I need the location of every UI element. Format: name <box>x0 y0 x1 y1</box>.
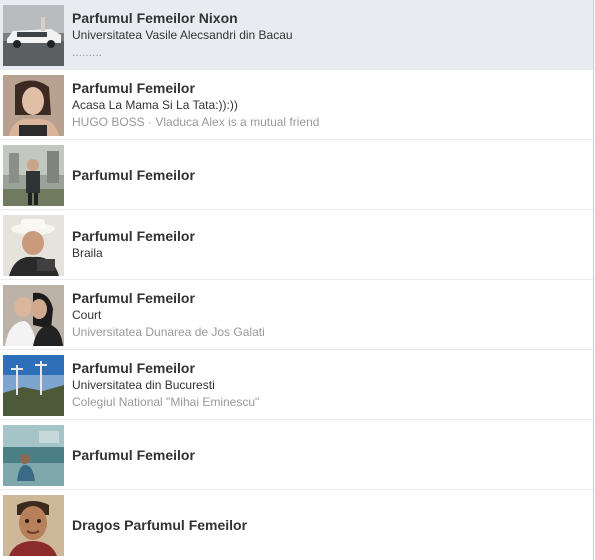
result-row[interactable]: Parfumul Femeilor Court Universitatea Du… <box>0 280 593 350</box>
result-name[interactable]: Parfumul Femeilor <box>72 227 585 245</box>
profile-photo-water-icon[interactable] <box>3 425 64 486</box>
result-row[interactable]: Parfumul Femeilor Universitatea din Bucu… <box>0 350 593 420</box>
profile-photo-car-icon[interactable] <box>3 5 64 66</box>
result-row[interactable]: Parfumul Femeilor Braila <box>0 210 593 280</box>
result-subtitle: Universitatea din Bucuresti <box>72 377 215 392</box>
profile-photo-couple-icon[interactable] <box>3 285 64 346</box>
result-name[interactable]: Dragos Parfumul Femeilor <box>72 516 585 534</box>
result-context: ......... <box>72 44 103 59</box>
profile-photo-hat-icon[interactable] <box>3 215 64 276</box>
result-subtitle: Court <box>72 307 102 322</box>
search-results-list: Parfumul Femeilor Nixon Universitatea Va… <box>0 0 594 560</box>
result-row[interactable]: Parfumul Femeilor <box>0 140 593 210</box>
result-name[interactable]: Parfumul Femeilor Nixon <box>72 9 585 27</box>
result-name[interactable]: Parfumul Femeilor <box>72 166 585 184</box>
result-context: Universitatea Dunarea de Jos Galati <box>72 324 265 339</box>
result-row[interactable]: Dragos Parfumul Femeilor <box>0 490 593 560</box>
result-name[interactable]: Parfumul Femeilor <box>72 359 585 377</box>
result-subtitle: Braila <box>72 246 103 260</box>
result-name[interactable]: Parfumul Femeilor <box>72 79 585 97</box>
profile-photo-landscape-icon[interactable] <box>3 355 64 416</box>
result-context: Colegiul National "Mihai Eminescu" <box>72 394 260 409</box>
result-context: HUGO BOSS · Vladuca Alex is a mutual fri… <box>72 114 320 129</box>
profile-photo-street-icon[interactable] <box>3 145 64 206</box>
result-name[interactable]: Parfumul Femeilor <box>72 289 585 307</box>
result-name[interactable]: Parfumul Femeilor <box>72 446 585 464</box>
result-row[interactable]: Parfumul Femeilor Acasa La Mama Si La Ta… <box>0 70 593 140</box>
result-subtitle: Acasa La Mama Si La Tata:)):)) <box>72 97 238 112</box>
result-row[interactable]: Parfumul Femeilor Nixon Universitatea Va… <box>0 0 593 70</box>
result-row[interactable]: Parfumul Femeilor <box>0 420 593 490</box>
profile-photo-face-icon[interactable] <box>3 495 64 556</box>
profile-photo-woman-icon[interactable] <box>3 75 64 136</box>
result-subtitle: Universitatea Vasile Alecsandri din Baca… <box>72 27 293 42</box>
